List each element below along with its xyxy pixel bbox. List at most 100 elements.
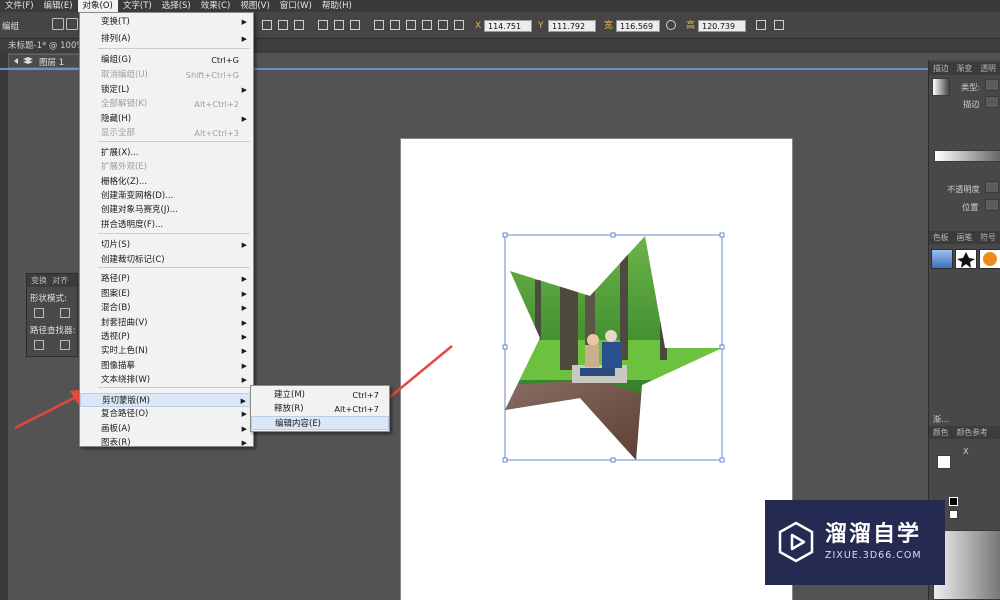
object-menu-item[interactable]: 拼合透明度(F)... — [80, 218, 253, 232]
object-menu-item[interactable]: 透视(P) ▶ — [80, 330, 253, 344]
artboard[interactable] — [401, 139, 792, 600]
settings-icon[interactable] — [66, 18, 78, 30]
menu-effect[interactable]: 效果(C) — [196, 0, 236, 12]
object-menu-item[interactable]: 切片(S) ▶ — [80, 238, 253, 252]
width-input[interactable]: 116.569 — [616, 20, 660, 32]
distribute-icon[interactable] — [406, 20, 416, 30]
stroke-dropdown[interactable] — [985, 96, 999, 108]
align-right-icon[interactable] — [294, 20, 304, 30]
unite-icon[interactable] — [34, 308, 44, 318]
align-middle-icon[interactable] — [334, 20, 344, 30]
distribute-icon[interactable] — [454, 20, 464, 30]
distribute-icon[interactable] — [390, 20, 400, 30]
object-menu-item[interactable]: 变换(T) ▶ — [80, 15, 253, 29]
tab-transform[interactable]: 变换 — [31, 276, 47, 285]
menu-item-label: 剪切蒙版(M) — [102, 396, 150, 406]
object-menu-item[interactable]: 封套扭曲(V) ▶ — [80, 316, 253, 330]
distribute-icon[interactable] — [374, 20, 384, 30]
menu-type[interactable]: 文字(T) — [118, 0, 157, 12]
menu-separator — [98, 267, 250, 268]
object-menu-item[interactable]: 图表(R) ▶ — [80, 436, 253, 450]
object-menu-item[interactable]: 图像描摹 ▶ — [80, 359, 253, 373]
fill-stroke-icon[interactable] — [937, 455, 951, 469]
symbol-swatch[interactable] — [955, 249, 977, 269]
ref-point-icon[interactable] — [52, 18, 64, 30]
gradient-slider[interactable] — [934, 150, 1000, 162]
menu-item-edit-contents[interactable]: 编辑内容(E) — [251, 416, 389, 430]
menu-edit[interactable]: 编辑(E) — [39, 0, 78, 12]
object-menu-item[interactable]: 实时上色(N) ▶ — [80, 344, 253, 358]
submenu-arrow-icon: ▶ — [241, 275, 247, 283]
align-left-icon[interactable] — [262, 20, 272, 30]
tab-color[interactable]: 颜色 — [929, 428, 953, 437]
object-menu-item[interactable]: 创建渐变网格(D)... — [80, 189, 253, 203]
object-menu-item[interactable]: 剪切蒙版(M) ▶ — [80, 393, 253, 407]
menu-help[interactable]: 帮助(H) — [317, 0, 357, 12]
layer-strip[interactable]: 图层 1 — [8, 54, 86, 68]
object-menu-item[interactable]: 文本绕排(W) ▶ — [80, 373, 253, 387]
minus-front-icon[interactable] — [60, 308, 70, 318]
menu-item-make[interactable]: 建立(M) Ctrl+7 — [251, 388, 389, 402]
menu-item-release[interactable]: 释放(R) Alt+Ctrl+7 — [251, 402, 389, 416]
tab-swatches[interactable]: 色板 — [929, 233, 953, 242]
white-swatch[interactable] — [949, 510, 958, 519]
object-menu-item[interactable]: 混合(B) ▶ — [80, 301, 253, 315]
document-tab[interactable]: 未标题-1* @ 100% — [8, 40, 84, 53]
tab-symbols[interactable]: 符号 — [976, 233, 1000, 242]
object-menu-item[interactable]: 画板(A) ▶ — [80, 422, 253, 436]
object-menu-item: 取消编组(U) Shift+Ctrl+G — [80, 68, 253, 82]
object-menu-item[interactable]: 创建裁切标记(C) — [80, 253, 253, 267]
object-menu-item[interactable]: 排列(A) ▶ — [80, 32, 253, 46]
gradient-swatch[interactable] — [932, 78, 950, 96]
menu-item-label: 图表(R) — [101, 438, 131, 448]
type-dropdown[interactable] — [985, 79, 999, 91]
menu-select[interactable]: 选择(S) — [157, 0, 196, 12]
symbol-swatch[interactable] — [931, 249, 953, 269]
divide-icon[interactable] — [34, 340, 44, 350]
object-menu-item[interactable]: 路径(P) ▶ — [80, 272, 253, 286]
link-icon[interactable] — [666, 20, 676, 30]
watermark-url: ZIXUE.3D66.COM — [825, 550, 922, 561]
tab-stroke[interactable]: 描边 — [929, 64, 953, 73]
menu-item-shortcut: Alt+Ctrl+3 — [194, 128, 239, 138]
y-input[interactable]: 111.792 — [548, 20, 596, 32]
object-menu-item[interactable]: 图案(E) ▶ — [80, 287, 253, 301]
distribute-icon[interactable] — [438, 20, 448, 30]
distribute-icon[interactable] — [422, 20, 432, 30]
tab-color-guide[interactable]: 颜色参考 — [953, 428, 992, 437]
tab-gradient[interactable]: 渐变 — [953, 64, 977, 73]
tab-brushes[interactable]: 画笔 — [953, 233, 977, 242]
trim-icon[interactable] — [60, 340, 70, 350]
submenu-arrow-icon: ▶ — [241, 425, 247, 433]
object-menu-item[interactable]: 编组(G) Ctrl+G — [80, 53, 253, 67]
transform-icon[interactable] — [756, 20, 766, 30]
menu-item-label: 图案(E) — [101, 289, 131, 299]
align-top-icon[interactable] — [318, 20, 328, 30]
more-options-icon[interactable] — [774, 20, 784, 30]
x-input[interactable]: 114.751 — [484, 20, 532, 32]
menu-window[interactable]: 窗口(W) — [275, 0, 317, 12]
menu-item-label: 编组(G) — [101, 55, 132, 65]
menu-separator — [98, 48, 250, 49]
menu-item-label: 显示全部 — [101, 128, 136, 138]
tab-transparency[interactable]: 透明 — [976, 64, 1000, 73]
align-center-icon[interactable] — [278, 20, 288, 30]
menu-view[interactable]: 视图(V) — [235, 0, 274, 12]
position-field[interactable] — [985, 199, 999, 211]
black-swatch[interactable] — [949, 497, 958, 506]
tab-align[interactable]: 对齐 — [52, 276, 68, 285]
menu-item-label: 混合(B) — [101, 303, 131, 313]
symbol-swatch[interactable] — [979, 249, 1000, 269]
pathfinder-label: 路径查找器: — [30, 326, 76, 336]
object-menu-item[interactable]: 创建对象马赛克(J)... — [80, 203, 253, 217]
object-menu-item[interactable]: 隐藏(H) ▶ — [80, 112, 253, 126]
opacity-field[interactable] — [985, 181, 999, 193]
menu-file[interactable]: 文件(F) — [0, 0, 39, 12]
object-menu-item[interactable]: 栅格化(Z)... — [80, 175, 253, 189]
object-menu-item[interactable]: 锁定(L) ▶ — [80, 83, 253, 97]
object-menu-item[interactable]: 扩展(X)... — [80, 146, 253, 160]
object-menu-item[interactable]: 复合路径(O) ▶ — [80, 407, 253, 421]
align-bottom-icon[interactable] — [350, 20, 360, 30]
height-input[interactable]: 120.739 — [698, 20, 746, 32]
menu-object[interactable]: 对象(O) — [77, 0, 118, 12]
